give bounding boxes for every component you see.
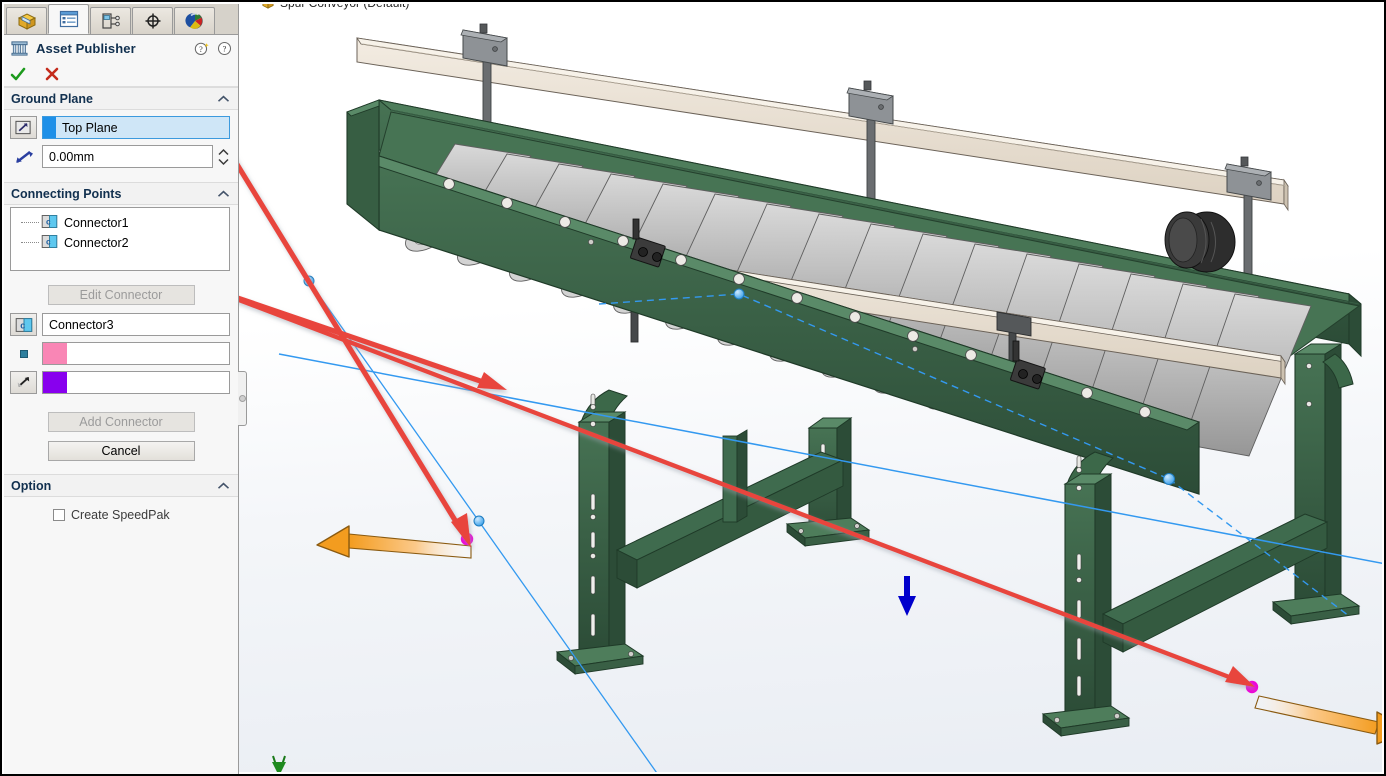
yellow-box-icon (17, 13, 36, 30)
connector-point-field[interactable] (42, 342, 230, 365)
green-check-icon[interactable] (10, 67, 26, 82)
sketch-vertex[interactable] (1163, 473, 1175, 485)
connector-name-value: Connector3 (49, 317, 114, 332)
svg-text:c: c (20, 320, 25, 330)
vertex-point-icon (10, 342, 37, 365)
section-header-connecting-points[interactable]: Connecting Points (4, 182, 238, 205)
section-title-ground-plane: Ground Plane (11, 91, 93, 106)
connector-icon: c (41, 214, 58, 232)
sketch-vertex[interactable] (733, 288, 745, 300)
connector-name-input[interactable]: Connector3 (42, 313, 230, 336)
list-item[interactable]: c Connector1 (21, 213, 229, 233)
solidworks-window: Asset Publisher ? ? Ground Plane Top Pla… (0, 0, 1386, 776)
conveyor-assembly[interactable] (346, 23, 1362, 737)
drive-pulley (1164, 211, 1236, 273)
origin-marker (272, 755, 286, 772)
question-icon[interactable]: ? (217, 41, 232, 56)
ground-plane-field[interactable]: Top Plane (42, 116, 230, 139)
connector-label: Connector1 (64, 216, 129, 230)
asset-publisher-icon (11, 41, 28, 56)
offset-distance-icon (10, 145, 37, 168)
ground-offset-stepper[interactable] (216, 148, 230, 166)
connector-icon[interactable]: c (10, 313, 37, 336)
connector-marker-left[interactable] (316, 525, 474, 559)
connector-direction-field[interactable] (42, 371, 230, 394)
section-body-ground-plane: Top Plane 0.00mm (4, 110, 238, 182)
create-speedpak-checkbox[interactable] (53, 509, 65, 521)
section-body-option: Create SpeedPak (4, 497, 238, 530)
tab-display-manager[interactable] (174, 7, 215, 34)
conveyor-model-svg[interactable] (239, 4, 1382, 772)
connector-direction-row (10, 371, 230, 394)
splitter-grip-dot (238, 395, 246, 402)
section-header-option[interactable]: Option (4, 474, 238, 497)
panel-splitter-handle[interactable] (238, 371, 247, 426)
svg-text:c: c (46, 217, 51, 227)
leg-assembly-left (555, 389, 645, 675)
tab-dimxpert-manager[interactable] (132, 7, 173, 34)
panel-action-row (4, 62, 238, 87)
direction-color-chip (43, 372, 67, 393)
leg-assembly-far-right (1271, 343, 1361, 625)
support-post-mid-right (722, 429, 748, 523)
list-item[interactable]: c Connector2 (21, 233, 229, 253)
section-title-option: Option (11, 478, 52, 493)
callout-arrow-connector1 (239, 295, 507, 390)
chevron-up-icon[interactable] (217, 92, 230, 106)
configuration-icon (101, 13, 120, 29)
sketch-vertex[interactable] (473, 515, 485, 527)
property-manager-panel: Asset Publisher ? ? Ground Plane Top Pla… (4, 4, 239, 774)
svg-text:c: c (46, 237, 51, 247)
connector-label: Connector2 (64, 236, 129, 250)
svg-text:?: ? (223, 44, 227, 54)
feature-label-text: Spur Conveyor (Default) (280, 4, 409, 10)
ground-offset-field[interactable]: 0.00mm (42, 145, 213, 168)
property-list-icon (59, 10, 78, 28)
point-color-chip (43, 343, 67, 364)
connector-point-row (10, 342, 230, 365)
manager-tab-strip (4, 4, 238, 35)
selection-color-swatch (43, 117, 56, 138)
page-title: Asset Publisher (36, 41, 136, 56)
graphics-viewport[interactable]: Spur Conveyor (Default) (239, 4, 1382, 772)
cancel-button[interactable]: Cancel (47, 441, 195, 461)
svg-text:?: ? (199, 45, 203, 54)
plane-select-icon[interactable] (10, 116, 37, 139)
ground-offset-row: 0.00mm (10, 145, 230, 168)
red-x-icon[interactable] (44, 67, 60, 82)
cross-brace-right (1101, 513, 1329, 653)
direction-arrow-icon[interactable] (10, 371, 37, 394)
ground-plane-value: Top Plane (62, 120, 118, 135)
connector-name-row: c Connector3 (10, 313, 230, 336)
add-connector-button[interactable]: Add Connector (47, 412, 195, 432)
appearance-sphere-icon (184, 13, 203, 29)
tree-line (21, 242, 39, 244)
tab-property-manager[interactable] (48, 4, 89, 34)
section-title-connecting-points: Connecting Points (11, 186, 122, 201)
ground-offset-value: 0.00mm (49, 149, 95, 164)
connector-icon: c (41, 234, 58, 252)
assembly-icon (262, 4, 274, 9)
connector-editor: c Connector3 (4, 305, 238, 402)
tab-feature-manager[interactable] (6, 7, 47, 34)
dimxpert-target-icon (145, 13, 160, 29)
section-header-ground-plane[interactable]: Ground Plane (4, 87, 238, 110)
chevron-up-icon[interactable] (217, 187, 230, 201)
edit-connector-button[interactable]: Edit Connector (47, 285, 195, 305)
ground-plane-row: Top Plane (10, 116, 230, 139)
create-speedpak-label: Create SpeedPak (71, 508, 170, 522)
gravity-direction-arrow[interactable] (898, 576, 916, 616)
viewport-feature-label: Spur Conveyor (Default) (261, 4, 409, 10)
panel-title-row: Asset Publisher ? ? (4, 35, 238, 62)
speedpak-row[interactable]: Create SpeedPak (10, 503, 230, 522)
chevron-up-icon[interactable] (217, 479, 230, 493)
leg-assembly-right (1041, 451, 1131, 737)
connector-marker-right[interactable] (1245, 680, 1382, 745)
question-new-icon[interactable]: ? (194, 41, 209, 56)
tree-line (21, 222, 39, 224)
tab-configuration-manager[interactable] (90, 7, 131, 34)
connector-list[interactable]: c Connector1 c Connector2 (10, 207, 230, 271)
